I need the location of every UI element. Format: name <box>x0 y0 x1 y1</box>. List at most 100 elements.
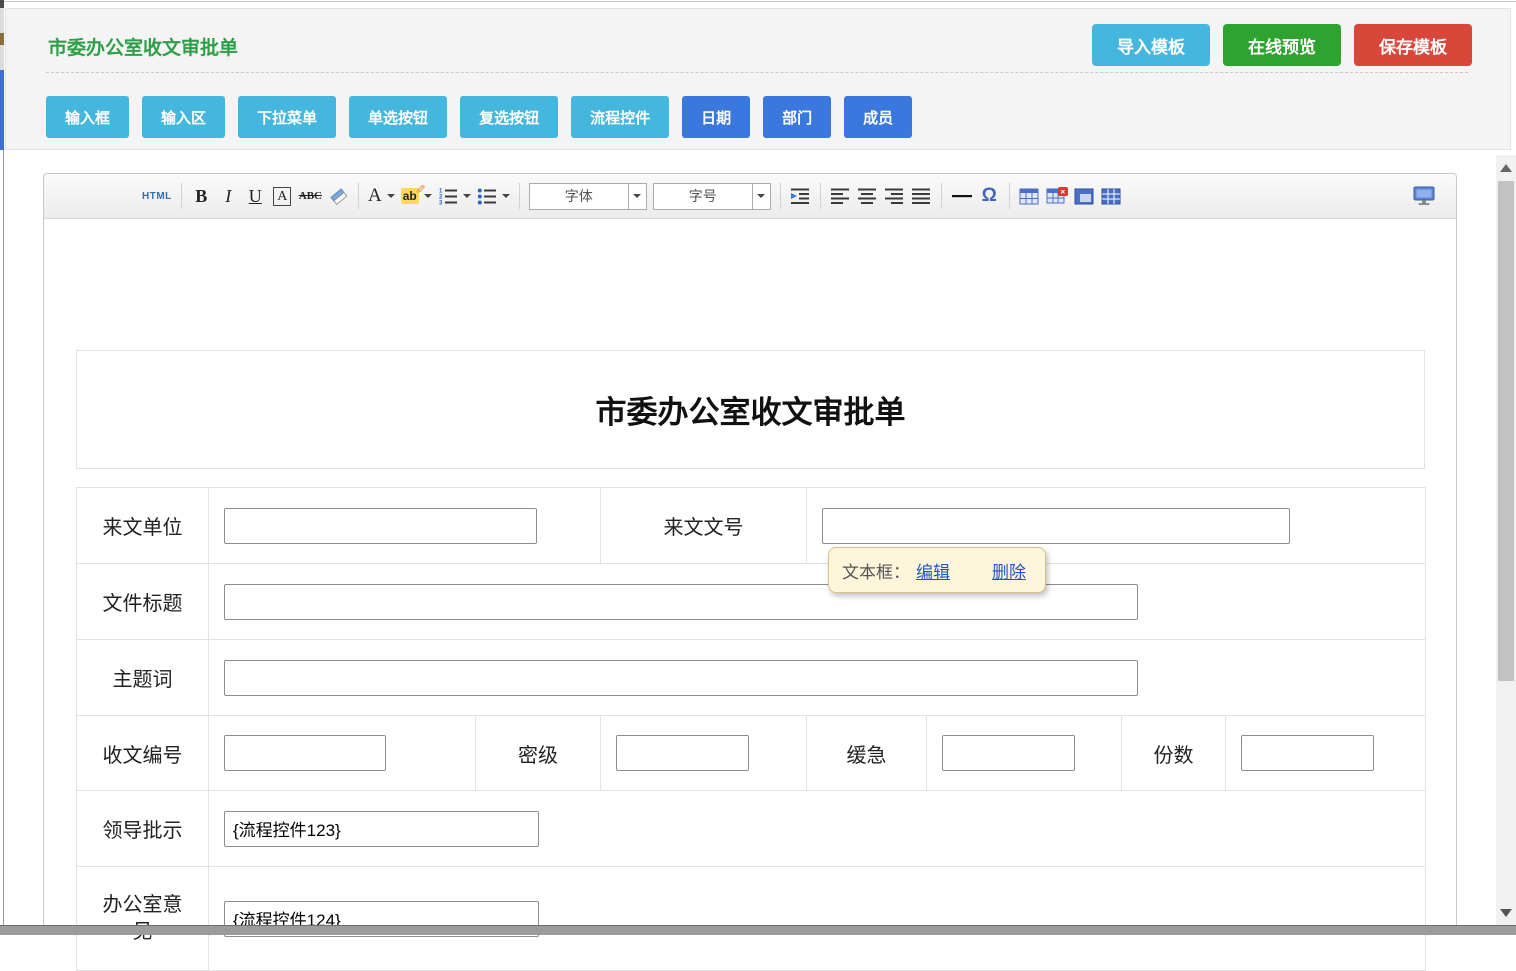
cell-properties-button[interactable] <box>1098 181 1125 211</box>
form-table-body: 来文单位来文文号文件标题主题词收文编号密级缓急份数领导批示办公室意见 <box>77 488 1426 971</box>
field-label-cell: 收文编号 <box>77 716 209 791</box>
text-input[interactable] <box>224 508 537 544</box>
field-label: 来文文号 <box>664 517 744 539</box>
field-input-cell <box>209 564 1426 640</box>
scrollbar-thumb[interactable] <box>1498 181 1514 681</box>
import-template-button[interactable]: 导入模板 <box>1092 24 1210 66</box>
eraser-icon <box>329 186 349 206</box>
strikethrough-button[interactable]: ABC <box>296 181 325 211</box>
scroll-down-arrow-icon[interactable] <box>1500 909 1512 917</box>
indent-icon <box>790 187 810 205</box>
font-family-select[interactable]: 字体 <box>529 183 647 210</box>
highlight-icon: ab✎ <box>401 188 419 204</box>
align-left-button[interactable] <box>827 181 854 211</box>
font-size-dropdown-button[interactable] <box>752 184 770 209</box>
font-family-dropdown-button[interactable] <box>628 184 646 209</box>
table-row: 文件标题 <box>77 564 1426 640</box>
bold-button[interactable]: B <box>188 181 215 211</box>
form-title: 市委办公室收文审批单 <box>596 387 906 432</box>
text-input[interactable] <box>224 660 1138 696</box>
align-right-button[interactable] <box>881 181 908 211</box>
widget-context-tooltip: 文本框： 编辑 删除 <box>828 547 1046 593</box>
delete-table-button[interactable]: × <box>1043 181 1071 211</box>
underline-button[interactable]: U <box>242 181 269 211</box>
text-input[interactable] <box>822 508 1290 544</box>
align-center-button[interactable] <box>854 181 881 211</box>
delete-link[interactable]: 删除 <box>992 558 1026 583</box>
cell-properties-icon <box>1101 188 1121 205</box>
edit-link[interactable]: 编辑 <box>916 558 950 583</box>
window-top-border <box>0 1 1516 2</box>
tooltip-label: 文本框： <box>842 558 910 583</box>
font-style-button[interactable]: A <box>269 181 296 211</box>
widget-dropdown-button[interactable]: 下拉菜单 <box>238 96 336 138</box>
form-table: 来文单位来文文号文件标题主题词收文编号密级缓急份数领导批示办公室意见 <box>76 487 1426 971</box>
horizontal-rule-icon <box>951 193 973 199</box>
text-input[interactable] <box>616 735 749 771</box>
widget-input-area-button[interactable]: 输入区 <box>142 96 225 138</box>
widget-input-box-button[interactable]: 输入框 <box>46 96 129 138</box>
vertical-scrollbar[interactable] <box>1496 155 1516 935</box>
field-input-cell <box>927 716 1122 791</box>
toolbar-separator <box>519 183 520 209</box>
widget-member-button[interactable]: 成员 <box>844 96 912 138</box>
page-title: 市委办公室收文审批单 <box>48 33 238 60</box>
ordered-list-icon: 1 2 3 <box>438 187 458 205</box>
toolbar-separator <box>358 183 359 209</box>
horizontal-rule-button[interactable] <box>948 181 976 211</box>
widget-department-button[interactable]: 部门 <box>763 96 831 138</box>
ordered-list-button[interactable]: 1 2 3 <box>435 181 474 211</box>
widget-radio-button[interactable]: 单选按钮 <box>349 96 447 138</box>
source-code-button[interactable]: HTML <box>139 181 175 211</box>
widget-checkbox-button[interactable]: 复选按钮 <box>460 96 558 138</box>
chevron-down-icon <box>387 194 395 198</box>
eraser-button[interactable] <box>325 181 352 211</box>
field-label-cell: 密级 <box>476 716 601 791</box>
form-title-box: 市委办公室收文审批单 <box>76 350 1425 469</box>
toolbar-separator <box>820 183 821 209</box>
field-input-cell <box>209 867 1426 971</box>
unordered-list-icon <box>477 187 497 205</box>
online-preview-button[interactable]: 在线预览 <box>1223 24 1341 66</box>
fullscreen-button[interactable] <box>1410 181 1438 211</box>
editor-toolbar: HTML B I U A ABC A ab✎ 1 2 3 <box>44 174 1456 219</box>
widget-date-button[interactable]: 日期 <box>682 96 750 138</box>
widget-flow-control-button[interactable]: 流程控件 <box>571 96 669 138</box>
field-label: 来文单位 <box>103 517 183 539</box>
toolbar-separator <box>1009 183 1010 209</box>
chevron-down-icon <box>424 194 432 198</box>
text-input[interactable] <box>942 735 1075 771</box>
monitor-icon <box>1413 186 1435 206</box>
field-label-cell: 领导批示 <box>77 791 209 867</box>
field-input-cell <box>601 716 807 791</box>
font-family-value: 字体 <box>530 186 628 206</box>
save-template-button[interactable]: 保存模板 <box>1354 24 1472 66</box>
font-size-value: 字号 <box>654 186 752 206</box>
field-label-cell: 份数 <box>1122 716 1226 791</box>
field-label: 领导批示 <box>103 820 183 842</box>
special-char-button[interactable]: Ω <box>976 181 1003 211</box>
table-properties-button[interactable] <box>1071 181 1098 211</box>
font-color-button[interactable]: A <box>365 181 398 211</box>
text-input[interactable] <box>1241 735 1374 771</box>
chevron-down-icon <box>633 194 641 198</box>
text-input[interactable] <box>224 735 386 771</box>
scroll-up-arrow-icon[interactable] <box>1500 164 1512 172</box>
field-label-cell: 来文文号 <box>601 488 807 564</box>
highlight-button[interactable]: ab✎ <box>398 181 435 211</box>
align-justify-button[interactable] <box>908 181 935 211</box>
text-input[interactable] <box>224 811 539 847</box>
insert-table-button[interactable] <box>1016 181 1043 211</box>
indent-button[interactable] <box>787 181 814 211</box>
field-label: 份数 <box>1154 745 1194 767</box>
italic-button[interactable]: I <box>215 181 242 211</box>
delete-table-icon: × <box>1046 187 1068 205</box>
field-label-cell: 缓急 <box>807 716 927 791</box>
field-label-cell: 办公室意见 <box>77 867 209 971</box>
font-size-select[interactable]: 字号 <box>653 183 771 210</box>
align-justify-icon <box>911 187 931 205</box>
field-label: 缓急 <box>847 745 887 767</box>
table-properties-icon <box>1074 188 1094 205</box>
unordered-list-button[interactable] <box>474 181 513 211</box>
rich-text-editor: HTML B I U A ABC A ab✎ 1 2 3 <box>43 173 1457 935</box>
